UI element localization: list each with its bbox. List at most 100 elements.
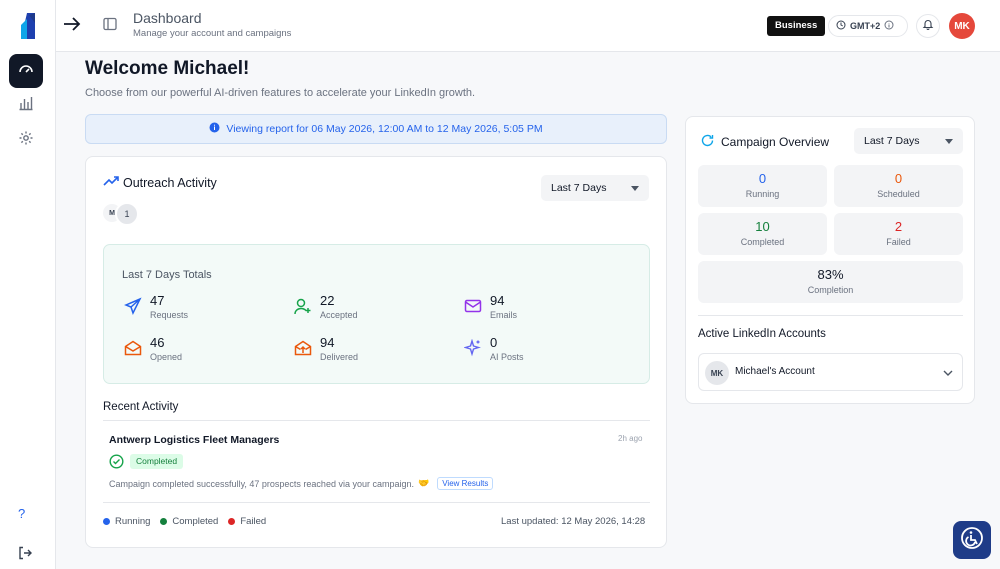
stat-label: Delivered	[320, 352, 359, 362]
sidebar-toggle-icon[interactable]	[103, 17, 117, 36]
chevron-down-icon	[942, 366, 954, 384]
campaign-range-value: Last 7 Days	[864, 135, 920, 147]
tile-failed: 2 Failed	[834, 213, 963, 255]
legend-dot	[103, 518, 110, 525]
gauge-icon	[18, 61, 34, 82]
stat-ai-posts: 0 AI Posts	[464, 335, 524, 362]
stat-emails: 94 Emails	[464, 293, 517, 320]
outreach-range-value: Last 7 Days	[551, 182, 607, 194]
timezone-pill[interactable]: GMT+2	[828, 15, 908, 37]
user-plus-icon	[294, 298, 311, 315]
account-name: Michael's Account	[735, 366, 815, 377]
legend-failed: Failed	[228, 516, 266, 527]
handshake-icon: 🤝	[418, 478, 430, 488]
activity-message: Campaign completed successfully, 47 pros…	[109, 477, 494, 490]
campaign-range-select[interactable]: Last 7 Days	[854, 128, 963, 154]
welcome-title: Welcome Michael!	[85, 58, 250, 79]
outreach-title-text: Outreach Activity	[123, 175, 217, 190]
outreach-range-select[interactable]: Last 7 Days	[541, 175, 649, 201]
outreach-title: Outreach Activity	[103, 175, 217, 190]
caret-down-icon	[945, 138, 953, 144]
totals-panel: Last 7 Days Totals 47 Requests 22 Accepted…	[103, 244, 650, 384]
divider	[698, 315, 963, 316]
plan-badge: Business	[767, 16, 826, 36]
campaign-overview-title: Campaign Overview	[700, 133, 829, 151]
status-legend: Running Completed Failed	[103, 516, 266, 527]
help-button[interactable]: ?	[18, 506, 25, 521]
tile-completed: 10 Completed	[698, 213, 827, 255]
legend-label: Failed	[240, 516, 267, 527]
stat-label: AI Posts	[490, 352, 524, 362]
view-results-button[interactable]: View Results	[437, 477, 494, 490]
trending-up-icon	[103, 175, 119, 190]
totals-title: Last 7 Days Totals	[122, 269, 212, 281]
stat-requests: 47 Requests	[124, 293, 188, 320]
mail-delivered-icon	[294, 340, 312, 356]
stat-value: 46	[150, 335, 165, 350]
app-logo[interactable]	[13, 11, 43, 41]
stat-label: Accepted	[320, 310, 358, 320]
page-title: Dashboard	[133, 10, 202, 26]
info-icon	[884, 20, 894, 32]
stat-value: 94	[490, 293, 505, 308]
activity-campaign-name[interactable]: Antwerp Logistics Fleet Managers	[109, 434, 279, 446]
sidebar-item-dashboard[interactable]	[9, 54, 43, 88]
stat-value: 0	[490, 335, 498, 350]
user-avatar[interactable]: MK	[949, 13, 975, 39]
legend-running: Running	[103, 516, 150, 527]
stat-label: Emails	[490, 310, 518, 320]
report-range-banner: Viewing report for 06 May 2026, 12:00 AM…	[85, 114, 667, 144]
accessibility-icon	[960, 526, 984, 555]
activity-message-text: Campaign completed successfully, 47 pros…	[109, 478, 414, 489]
tile-value: 0	[758, 171, 767, 186]
stat-accepted: 22 Accepted	[294, 293, 358, 320]
send-icon	[124, 297, 142, 315]
clock-icon	[836, 20, 846, 32]
campaign-title-text: Campaign Overview	[721, 135, 830, 149]
accessibility-button[interactable]	[953, 521, 991, 559]
tile-value: 83%	[817, 267, 844, 282]
sparkles-icon	[464, 339, 481, 357]
logout-icon[interactable]	[18, 546, 32, 565]
stat-value: 94	[320, 335, 335, 350]
legend-label: Completed	[172, 516, 219, 527]
account-count-chip[interactable]: 1	[115, 202, 139, 226]
tile-label: Completed	[740, 237, 785, 247]
tile-running: 0 Running	[698, 165, 827, 207]
status-badge: Completed	[130, 454, 184, 469]
legend-completed: Completed	[160, 516, 218, 527]
bell-icon	[922, 17, 934, 35]
report-range-text: Viewing report for 06 May 2026, 12:00 AM…	[226, 123, 543, 135]
notifications-button[interactable]	[916, 14, 940, 38]
stat-delivered: 94 Delivered	[294, 335, 358, 362]
campaign-overview-card: Campaign Overview Last 7 Days 0 Running …	[685, 116, 975, 404]
sidebar-item-settings[interactable]	[9, 123, 43, 157]
bar-chart-icon	[18, 95, 34, 116]
tile-label: Scheduled	[877, 189, 920, 199]
account-avatar: MK	[705, 361, 729, 385]
arrow-right-icon[interactable]	[63, 15, 81, 38]
account-selector[interactable]: MK Michael's Account	[698, 353, 963, 391]
timezone-label: GMT+2	[850, 21, 881, 31]
tile-label: Completion	[807, 285, 854, 295]
legend-dot	[160, 518, 168, 525]
stat-value: 47	[150, 293, 165, 308]
tile-label: Failed	[886, 237, 911, 247]
refresh-icon	[700, 133, 715, 151]
sidebar-item-analytics[interactable]	[9, 88, 43, 122]
outreach-activity-card: Outreach Activity Last 7 Days M 1 Last 7…	[85, 156, 667, 548]
caret-down-icon	[631, 185, 639, 191]
gear-icon	[18, 130, 34, 151]
top-header: Dashboard Manage your account and campai…	[56, 0, 1000, 52]
tile-label: Running	[745, 189, 780, 199]
sidebar: ?	[0, 0, 56, 569]
mail-icon	[464, 299, 482, 313]
divider	[103, 502, 650, 503]
stat-label: Requests	[150, 310, 189, 320]
active-accounts-title: Active LinkedIn Accounts	[698, 328, 826, 340]
stat-opened: 46 Opened	[124, 335, 182, 362]
stat-value: 22	[320, 293, 335, 308]
divider	[103, 420, 650, 421]
check-circle-icon	[109, 454, 124, 474]
welcome-subtitle: Choose from our powerful AI-driven featu…	[85, 87, 476, 99]
